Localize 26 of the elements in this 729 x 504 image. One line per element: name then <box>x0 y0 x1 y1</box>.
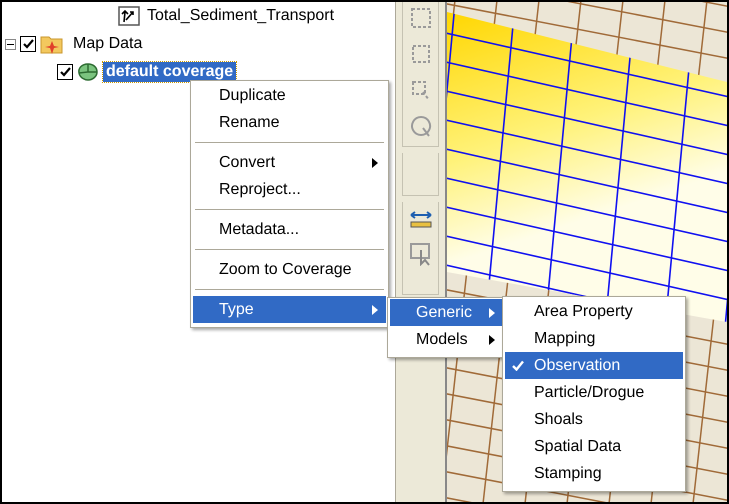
tree-item-label[interactable]: default coverage <box>103 62 236 82</box>
menu-item[interactable]: Duplicate <box>193 82 386 109</box>
menu-item[interactable]: Particle/Drogue <box>505 379 683 406</box>
tree-item-label[interactable]: Map Data <box>70 34 146 54</box>
menu-item[interactable]: Convert <box>193 149 386 176</box>
menu-item[interactable]: Generic <box>390 299 503 326</box>
menu-item[interactable]: Zoom to Coverage <box>193 256 386 283</box>
menu-item[interactable]: Observation <box>505 352 683 379</box>
checkbox[interactable] <box>57 64 73 80</box>
menu-item[interactable]: Rename <box>193 109 386 136</box>
menu-item[interactable]: Reproject... <box>193 176 386 203</box>
menu-item[interactable]: Mapping <box>505 325 683 352</box>
toolbar-group <box>402 153 439 196</box>
polygon-icon <box>77 62 99 82</box>
collapse-toggle[interactable] <box>5 38 16 50</box>
select-tool-icon[interactable] <box>408 242 432 266</box>
menu-item[interactable]: Type <box>193 296 386 323</box>
checkbox[interactable] <box>20 36 36 52</box>
dataset-icon <box>118 6 140 26</box>
menu-item[interactable]: Spatial Data <box>505 433 683 460</box>
menu-item[interactable]: Stamping <box>505 460 683 487</box>
menu-item[interactable]: Metadata... <box>193 216 386 243</box>
menu-item[interactable]: Models <box>390 326 503 353</box>
tree-item-label[interactable]: Total_Sediment_Transport <box>144 6 338 26</box>
menu-item[interactable]: Area Property <box>505 298 683 325</box>
menu-item[interactable]: Shoals <box>505 406 683 433</box>
